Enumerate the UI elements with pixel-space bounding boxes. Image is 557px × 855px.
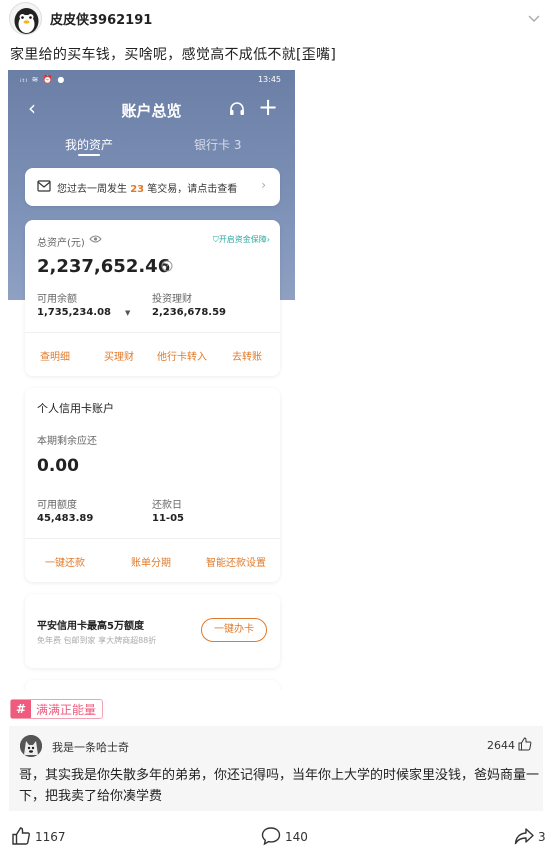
like-count: 1167 [35, 830, 66, 844]
share-icon[interactable] [514, 826, 534, 846]
topic-tag[interactable]: # 满满正能量 [10, 699, 104, 719]
caret-down-icon: ▼ [125, 309, 131, 317]
comment-count: 140 [285, 830, 308, 844]
comment-text: 哥，其实我是你失散多年的弟弟，你还记得吗，当年你上大学的时候家里没钱，爸妈商量一… [19, 768, 540, 804]
status-time: 13:45 [257, 75, 281, 84]
promo-subtitle: 免年费 包邮到家 享大牌商超88折 [37, 636, 157, 645]
commenter-avatar[interactable] [20, 735, 42, 757]
hashtag-icon: # [11, 700, 31, 718]
chevron-right-icon: › [261, 178, 266, 192]
due-value: 0.00 [37, 456, 79, 476]
assets-card: 总资产(元) ⛉开启资金保障› 2,237,652.46 ? 可用余额 1,73… [25, 220, 280, 376]
credit-card-account: 个人信用卡账户 本期剩余应还 0.00 可用额度 45,483.89 还款日 1… [25, 388, 280, 582]
credit-title: 个人信用卡账户 [37, 402, 114, 415]
post-image[interactable]: ᵢₜₗ ≋ ⏰ ● 13:45 ‹ 账户总览 + 我的资产 银行卡 3 您过去一… [8, 70, 295, 690]
action-view-details: 查明细 [40, 352, 70, 363]
investment-value: 2,236,678.59 [152, 307, 227, 318]
commenter-username[interactable]: 我是一条哈士奇 [52, 739, 129, 755]
available-balance-label: 可用余额 [37, 294, 77, 305]
fund-protection-link: ⛉开启资金保障› [212, 235, 270, 244]
action-smart-repay: 智能还款设置 [206, 558, 266, 569]
eye-icon [89, 235, 102, 243]
comment-like-count: 2644 [487, 739, 515, 752]
topic-tag-label: 满满正能量 [36, 702, 97, 717]
headset-icon [230, 102, 244, 115]
action-transfer-in: 他行卡转入 [157, 352, 207, 363]
post-header: 皮皮侠3962191 [0, 0, 557, 38]
tab-my-assets: 我的资产 [65, 138, 114, 152]
promo-card: 平安信用卡最高5万额度 免年费 包邮到家 享大牌商超88折 一键办卡 [25, 594, 280, 668]
action-buy-wealth: 买理财 [104, 352, 134, 363]
post-text: 家里给的买车钱，买啥呢，感觉高不成低不就[歪嘴] [10, 47, 337, 63]
available-balance-value: 1,735,234.08 [37, 307, 112, 318]
action-installment: 账单分期 [131, 558, 171, 569]
apply-card-button: 一键办卡 [201, 618, 267, 642]
mail-icon [37, 180, 51, 192]
status-icons: ᵢₜₗ ≋ ⏰ ● [20, 75, 66, 84]
post-action-bar: 1167 140 3 [0, 818, 557, 855]
action-one-click-repay: 一键还款 [45, 558, 85, 569]
notice-text: 您过去一周发生 23 笔交易，请点击查看 [57, 184, 238, 195]
divider [25, 332, 280, 333]
promo-title: 平安信用卡最高5万额度 [37, 621, 144, 632]
thumbs-up-icon[interactable] [518, 737, 532, 751]
limit-value: 45,483.89 [37, 513, 94, 524]
nav-bar: ‹ 账户总览 + [8, 94, 295, 124]
total-assets-value: 2,237,652.46 [37, 256, 171, 277]
svg-text:?: ? [165, 263, 169, 271]
investment-label: 投资理财 [152, 294, 192, 305]
share-count: 3 [538, 830, 546, 844]
nav-title: 账户总览 [121, 102, 182, 120]
due-label: 本期剩余应还 [37, 436, 97, 447]
total-assets-label: 总资产(元) [37, 238, 85, 249]
tab-indicator [78, 154, 100, 156]
action-transfer: 去转账 [232, 352, 262, 363]
transaction-notice: 您过去一周发生 23 笔交易，请点击查看 › [25, 168, 280, 206]
repay-date-value: 11-05 [152, 513, 184, 524]
status-bar: ᵢₜₗ ≋ ⏰ ● 13:45 [8, 70, 295, 90]
limit-label: 可用额度 [37, 500, 77, 511]
hot-comment[interactable]: 我是一条哈士奇 2644 哥，其实我是你失散多年的弟弟，你还记得吗，当年你上大学… [9, 726, 543, 811]
plus-icon: + [258, 93, 279, 121]
thumbs-up-icon[interactable] [11, 826, 31, 846]
comment-icon[interactable] [261, 826, 281, 846]
next-card-edge [25, 680, 280, 690]
help-icon: ? [161, 260, 173, 272]
user-avatar[interactable] [9, 2, 42, 35]
tab-bank-cards: 银行卡 3 [194, 138, 242, 152]
chevron-down-icon[interactable] [527, 11, 541, 25]
divider [25, 538, 280, 539]
post-username[interactable]: 皮皮侠3962191 [50, 9, 152, 28]
repay-date-label: 还款日 [152, 500, 182, 511]
